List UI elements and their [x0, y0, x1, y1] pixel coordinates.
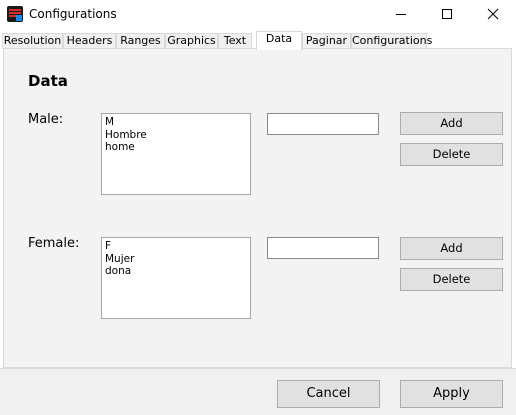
- title-bar: Configurations: [0, 0, 516, 29]
- tab-resolution[interactable]: Resolution: [2, 33, 63, 49]
- female-label: Female:: [28, 236, 80, 251]
- minimize-icon: [396, 14, 406, 15]
- tab-headers[interactable]: Headers: [63, 33, 116, 49]
- app-icon: [7, 6, 23, 22]
- section-title: Data: [28, 72, 68, 90]
- window-title: Configurations: [29, 7, 117, 21]
- tab-ranges[interactable]: Ranges: [116, 33, 165, 49]
- minimize-button[interactable]: [378, 0, 424, 29]
- data-tab-panel: [3, 48, 512, 368]
- tab-text[interactable]: Text: [218, 33, 252, 49]
- list-item[interactable]: home: [105, 141, 247, 154]
- tab-data[interactable]: Data: [256, 31, 302, 50]
- male-add-button[interactable]: Add: [400, 112, 503, 135]
- list-item[interactable]: Hombre: [105, 129, 247, 142]
- male-label: Male:: [28, 112, 64, 127]
- tab-graphics[interactable]: Graphics: [165, 33, 218, 49]
- male-input[interactable]: [267, 113, 379, 135]
- male-delete-button[interactable]: Delete: [400, 143, 503, 166]
- list-item[interactable]: M: [105, 116, 247, 129]
- male-listbox[interactable]: M Hombre home: [101, 113, 251, 195]
- close-icon: [487, 8, 499, 20]
- tab-strip: Resolution Headers Ranges Graphics Text …: [0, 31, 516, 50]
- apply-button[interactable]: Apply: [400, 380, 503, 408]
- female-add-button[interactable]: Add: [400, 237, 503, 260]
- list-item[interactable]: Mujer: [105, 253, 247, 266]
- female-listbox[interactable]: F Mujer dona: [101, 237, 251, 319]
- close-button[interactable]: [470, 0, 516, 29]
- female-delete-button[interactable]: Delete: [400, 268, 503, 291]
- maximize-icon: [442, 9, 452, 19]
- cancel-button[interactable]: Cancel: [277, 380, 380, 408]
- tab-configurations[interactable]: Configurations: [351, 33, 432, 49]
- tab-paginar[interactable]: Paginar: [302, 33, 351, 49]
- maximize-button[interactable]: [424, 0, 470, 29]
- list-item[interactable]: dona: [105, 265, 247, 278]
- list-item[interactable]: F: [105, 240, 247, 253]
- female-input[interactable]: [267, 237, 379, 259]
